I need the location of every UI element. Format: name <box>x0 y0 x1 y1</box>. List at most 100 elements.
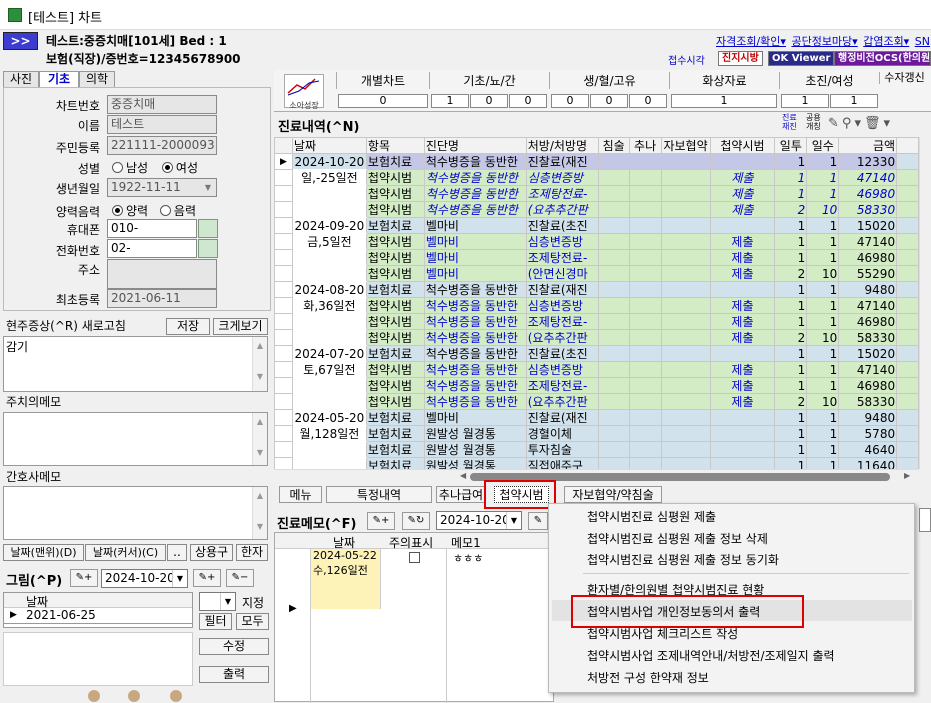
acupuncture-cell[interactable] <box>597 169 630 186</box>
days-cell[interactable]: 1 <box>806 281 840 298</box>
diagnosis-cell[interactable]: 척수병증을 동반한 <box>423 297 527 314</box>
cat-first-female[interactable]: 초진/여성 <box>779 72 879 89</box>
cheopyak-cell[interactable] <box>709 345 776 362</box>
acupuncture-cell[interactable] <box>597 201 630 218</box>
days-cell[interactable]: 1 <box>806 297 840 314</box>
diagnosis-cell[interactable]: 원발성 월경통 <box>423 425 527 442</box>
chuna-cell[interactable] <box>628 297 662 314</box>
daily-dose-cell[interactable]: 1 <box>774 377 808 394</box>
prescription-cell[interactable]: (요추추간판 <box>525 393 599 410</box>
acupuncture-cell[interactable] <box>597 425 630 442</box>
date-cell[interactable] <box>291 185 367 202</box>
extra-cell[interactable] <box>896 233 919 250</box>
extra-cell[interactable] <box>896 297 919 314</box>
type-cell[interactable]: 보험치료 <box>365 409 425 426</box>
type-cell[interactable]: 보험치료 <box>365 441 425 458</box>
diagnosis-cell[interactable]: 척수병증을 동반한 <box>423 377 527 394</box>
row-pointer-cell[interactable] <box>274 249 293 266</box>
extra-cell[interactable] <box>896 265 919 282</box>
menu-item-herb-info[interactable]: 처방전 구성 한약재 정보 <box>587 669 709 686</box>
nurse-memo-scrollbar[interactable]: ▲ ▼ <box>252 487 267 539</box>
chuna-cell[interactable] <box>628 233 662 250</box>
date-top-button[interactable]: 날짜(맨위)(D) <box>3 544 84 561</box>
prescription-cell[interactable]: 진찰료(초진 <box>525 217 599 234</box>
extra-cell[interactable] <box>896 345 919 362</box>
table-row[interactable]: 첩약시범 척수병증을 동반한 (요추추간판 제출 2 10 58330 <box>274 329 919 346</box>
acupuncture-cell[interactable] <box>597 441 630 458</box>
menu-item-submit[interactable]: 첩약시범진료 심평원 제출 <box>587 508 716 525</box>
extra-cell[interactable] <box>896 377 919 394</box>
phone-icon-2[interactable] <box>198 239 218 258</box>
chuna-cell[interactable] <box>628 217 662 234</box>
type-cell[interactable]: 보험치료 <box>365 217 425 234</box>
nurse-memo-textarea[interactable]: ▲ ▼ <box>3 486 268 540</box>
acupuncture-cell[interactable] <box>597 265 630 282</box>
amount-cell[interactable]: 9480 <box>838 409 898 426</box>
print-button[interactable]: 출력 <box>199 666 269 683</box>
table-row[interactable]: 월,128일전 보험치료 원발성 월경통 경혈이체 1 1 5780 <box>274 425 919 442</box>
cat-image-data[interactable]: 화상자료 <box>669 72 779 89</box>
amount-cell[interactable]: 46980 <box>838 185 898 202</box>
add-memo-icon[interactable]: ✎+ <box>367 512 395 530</box>
daily-dose-cell[interactable]: 1 <box>774 425 808 442</box>
cheopyak-cell[interactable]: 제출 <box>709 329 776 346</box>
amount-cell[interactable]: 58330 <box>838 201 898 218</box>
auto-insurance-cell[interactable] <box>660 233 711 250</box>
chuna-cell[interactable] <box>628 249 662 266</box>
row-pointer-cell[interactable] <box>274 169 293 186</box>
cat-basic-urine-liver[interactable]: 기초/뇨/간 <box>429 72 549 89</box>
auto-insurance-cell[interactable] <box>660 249 711 266</box>
prescription-cell[interactable]: 조제탕전료- <box>525 249 599 266</box>
chuna-cell[interactable] <box>628 345 662 362</box>
memo-extra-icon[interactable]: ✎ <box>528 512 548 530</box>
date-cell[interactable]: 2024-09-20 <box>291 217 367 234</box>
date-cell[interactable]: 2024-07-20 <box>291 345 367 362</box>
link-sn[interactable]: SN <box>915 35 930 48</box>
tab-menu[interactable]: 메뉴 <box>279 486 322 503</box>
amount-cell[interactable]: 58330 <box>838 329 898 346</box>
table-row[interactable]: 2024-09-20 보험치료 벨마비 진찰료(초진 1 1 15020 <box>274 217 919 234</box>
table-row[interactable]: 첩약시범 벨마비 조제탕전료- 제출 1 1 46980 <box>274 249 919 266</box>
acupuncture-cell[interactable] <box>597 217 630 234</box>
memo-date-cell[interactable]: 2024-05-22 수,126일전 <box>311 549 381 609</box>
prescription-cell[interactable]: (안면신경마 <box>525 265 599 282</box>
daily-dose-cell[interactable]: 1 <box>774 361 808 378</box>
table-row[interactable]: 화,36일전 첩약시범 척수병증을 동반한 심층변증방 제출 1 1 47140 <box>274 297 919 314</box>
tab-auto-insurance-pharmacopuncture[interactable]: 자보협약/약침술 <box>564 486 662 503</box>
auto-insurance-cell[interactable] <box>660 441 711 458</box>
picture-assign-select[interactable]: ▼ <box>199 592 236 611</box>
type-cell[interactable]: 보험치료 <box>365 153 425 170</box>
type-cell[interactable]: 첩약시범 <box>365 297 425 314</box>
days-cell[interactable]: 10 <box>806 329 840 346</box>
acupuncture-cell[interactable] <box>597 281 630 298</box>
col-daily-dose[interactable]: 일투 <box>774 137 808 154</box>
date-cell[interactable] <box>291 249 367 266</box>
cheopyak-cell[interactable]: 제출 <box>709 185 776 202</box>
days-cell[interactable]: 1 <box>806 361 840 378</box>
extra-cell[interactable] <box>896 249 919 266</box>
amount-cell[interactable]: 11640 <box>838 457 898 469</box>
menu-item-sync-submission[interactable]: 첩약시범진료 심평원 제출 정보 동기화 <box>587 551 779 568</box>
auto-insurance-cell[interactable] <box>660 361 711 378</box>
amount-cell[interactable]: 9480 <box>838 281 898 298</box>
acupuncture-cell[interactable] <box>597 233 630 250</box>
days-cell[interactable]: 1 <box>806 249 840 266</box>
extra-cell[interactable] <box>896 281 919 298</box>
brush-icon[interactable]: ✎ <box>828 116 842 131</box>
type-cell[interactable]: 첩약시범 <box>365 233 425 250</box>
daily-dose-cell[interactable]: 1 <box>774 297 808 314</box>
chuna-cell[interactable] <box>628 425 662 442</box>
row-pointer-cell[interactable] <box>274 441 293 458</box>
save-button[interactable]: 저장 <box>166 318 210 335</box>
days-cell[interactable]: 10 <box>806 201 840 218</box>
prescription-cell[interactable]: 진찰료(재진 <box>525 281 599 298</box>
auto-insurance-cell[interactable] <box>660 409 711 426</box>
row-pointer-cell[interactable] <box>274 409 293 426</box>
diagnosis-cell[interactable]: 척수병증을 동반한 <box>423 329 527 346</box>
table-row[interactable]: 2024-08-20 보험치료 척수병증을 동반한 진찰료(재진 1 1 9480 <box>274 281 919 298</box>
diagnosis-cell[interactable]: 척수병증을 동반한 <box>423 201 527 218</box>
amount-cell[interactable]: 4640 <box>838 441 898 458</box>
link-gapyeom[interactable]: 갑염조회▾ <box>863 35 909 48</box>
memo-col-memo1[interactable]: 메모1 <box>451 534 481 551</box>
extra-cell[interactable] <box>896 361 919 378</box>
